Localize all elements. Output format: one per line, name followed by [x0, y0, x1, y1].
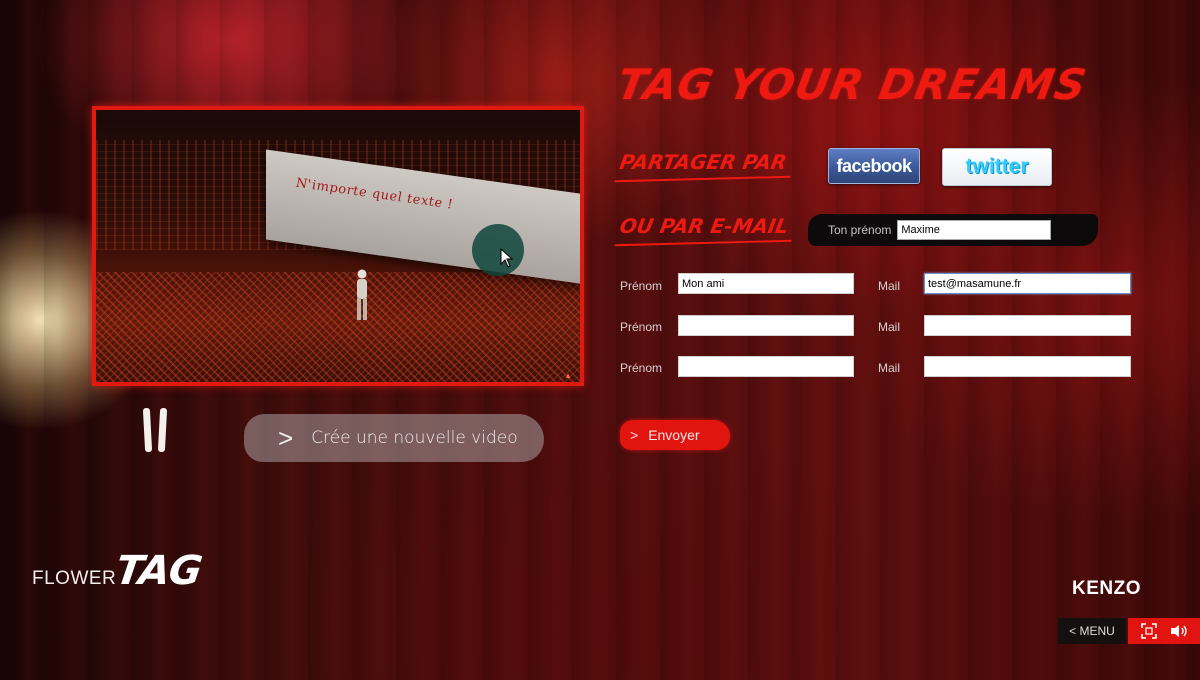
chevron-right-icon: > [278, 422, 294, 453]
mail-section-label: OU PAR E-MAIL [617, 214, 791, 238]
friend-firstname-label-2: Prénom [620, 320, 663, 334]
your-firstname-group: Ton prénom [808, 214, 1098, 246]
friend-firstname-label-3: Prénom [620, 361, 663, 375]
pause-icon [142, 407, 153, 453]
new-video-button[interactable]: > Crée une nouvelle video [244, 414, 544, 462]
new-video-label: Crée une nouvelle video [311, 428, 518, 448]
pause-button[interactable] [142, 407, 170, 454]
pause-icon-bar [157, 407, 168, 453]
friend-firstname-input-3[interactable] [678, 356, 854, 377]
page-title: TAG YOUR DREAMS [613, 60, 1091, 109]
friend-mail-input-2[interactable] [924, 315, 1131, 336]
friend-mail-label-1: Mail [878, 279, 901, 293]
tool-bar [1128, 618, 1200, 644]
friend-mail-input-1[interactable] [924, 273, 1131, 294]
your-firstname-label: Ton prénom [828, 223, 892, 237]
video-frame-mark: ▲ [564, 371, 572, 380]
fullscreen-icon [1141, 623, 1157, 639]
your-firstname-input[interactable] [897, 220, 1052, 240]
chevron-right-icon: > [630, 427, 639, 443]
friend-firstname-label-1: Prénom [620, 279, 663, 293]
send-button[interactable]: > Envoyer [620, 420, 730, 450]
friend-firstname-input-1[interactable] [678, 273, 854, 294]
share-section-label: PARTAGER PAR [617, 150, 789, 174]
video-pointer-circle [472, 224, 524, 276]
friend-mail-label-3: Mail [878, 361, 901, 375]
logo-tag-text: TAG [113, 548, 205, 594]
menu-button[interactable]: < MENU [1058, 618, 1126, 644]
sound-button[interactable] [1168, 622, 1190, 640]
friend-firstname-input-2[interactable] [678, 315, 854, 336]
send-label: Envoyer [648, 427, 700, 443]
facebook-share-button[interactable]: facebook [828, 148, 920, 184]
fullscreen-button[interactable] [1138, 622, 1160, 640]
friend-mail-label-2: Mail [878, 320, 901, 334]
video-figure [357, 269, 367, 320]
kenzo-logo: KENZO [1072, 578, 1141, 599]
friend-mail-input-3[interactable] [924, 356, 1131, 377]
video-player[interactable]: N'importe quel texte ! ▲ [92, 106, 584, 386]
video-flower-field [96, 272, 580, 382]
twitter-share-button[interactable]: twitter [942, 148, 1052, 186]
logo-flower-text: FLOWER [32, 568, 117, 589]
speaker-icon [1171, 625, 1187, 637]
video-banner-text: N'importe quel texte ! [296, 175, 454, 213]
flower-tag-logo: FLOWER TAG [32, 548, 205, 594]
mouse-cursor-icon [500, 248, 514, 268]
